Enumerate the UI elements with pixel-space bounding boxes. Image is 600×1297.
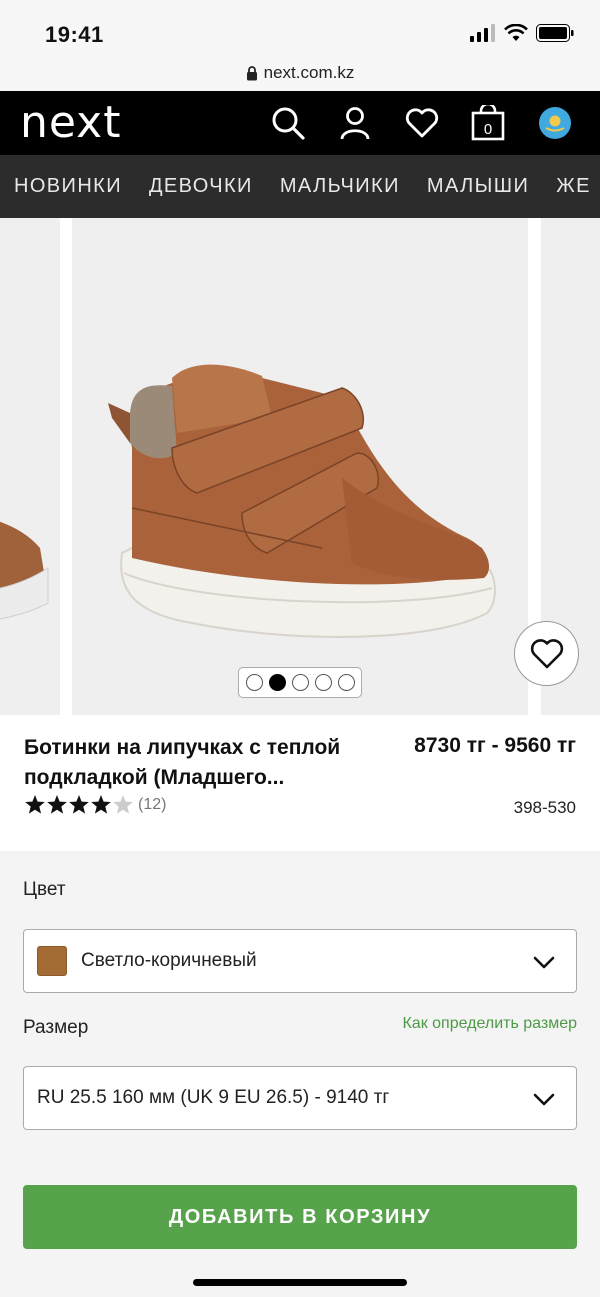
nav-item-girls[interactable]: ДЕВОЧКИ [149, 175, 253, 198]
wishlist-icon[interactable] [404, 105, 440, 141]
home-indicator[interactable] [193, 1279, 407, 1286]
pagination-dot-active[interactable] [268, 674, 286, 691]
shopping-bag-icon[interactable]: 0 [470, 105, 506, 141]
nav-item-boys[interactable]: МАЛЬЧИКИ [280, 175, 400, 198]
wifi-icon [504, 24, 528, 41]
battery-icon [536, 24, 574, 42]
logo[interactable]: next [20, 97, 121, 148]
pagination-dot[interactable] [337, 674, 355, 691]
pagination-dot[interactable] [291, 674, 309, 691]
search-icon[interactable] [270, 105, 306, 141]
pagination-dot[interactable] [314, 674, 332, 691]
site-header: next 0 [0, 91, 600, 155]
star-rating-icon [25, 795, 133, 814]
account-icon[interactable] [337, 105, 373, 141]
product-title[interactable]: Ботинки на липучках с теплой подкладкой … [24, 733, 404, 793]
color-value: Светло-коричневый [81, 950, 257, 971]
product-sku: 398-530 [513, 798, 576, 817]
url-text: next.com.kz [263, 63, 355, 82]
category-nav: НОВИНКИ ДЕВОЧКИ МАЛЬЧИКИ МАЛЫШИ ЖЕ [0, 155, 600, 218]
size-guide-link[interactable]: Как определить размер [402, 1015, 577, 1033]
review-count: (12) [138, 796, 167, 813]
size-value: RU 25.5 160 мм (UK 9 EU 26.5) - 9140 тг [37, 1087, 390, 1108]
shoe-image [108, 364, 496, 638]
color-swatch [37, 946, 67, 976]
product-price: 8730 тг - 9560 тг [414, 734, 576, 757]
previous-slide[interactable] [0, 218, 60, 715]
signal-icon [470, 24, 495, 42]
previous-shoe-image [0, 521, 49, 620]
current-slide[interactable] [72, 218, 528, 715]
carousel-pagination [238, 667, 362, 698]
nav-item-babies[interactable]: МАЛЫШИ [427, 175, 529, 198]
product-rating[interactable]: (12) [24, 794, 166, 816]
chevron-down-icon [533, 1093, 555, 1106]
nav-item-new[interactable]: НОВИНКИ [14, 175, 122, 198]
pagination-dot[interactable] [245, 674, 263, 691]
svg-text:0: 0 [484, 121, 492, 138]
size-label: Размер [23, 1017, 89, 1038]
product-image-carousel[interactable] [0, 218, 600, 715]
add-to-cart-button[interactable]: ДОБАВИТЬ В КОРЗИНУ [23, 1185, 577, 1249]
size-select[interactable]: RU 25.5 160 мм (UK 9 EU 26.5) - 9140 тг [23, 1066, 577, 1130]
lock-icon [246, 65, 257, 80]
status-bar: 19:41 [0, 0, 600, 62]
add-to-favorites-button[interactable] [514, 621, 579, 686]
status-time: 19:41 [45, 22, 104, 47]
product-info: Ботинки на липучках с теплой подкладкой … [0, 715, 600, 851]
nav-item-women[interactable]: ЖЕ [556, 175, 591, 198]
chevron-down-icon [533, 956, 555, 969]
status-icons [470, 24, 574, 42]
color-label: Цвет [23, 879, 66, 900]
address-bar[interactable]: next.com.kz [0, 56, 600, 90]
heart-icon [530, 638, 563, 668]
color-select[interactable]: Светло-коричневый [23, 929, 577, 993]
country-flag-icon[interactable] [537, 105, 573, 141]
